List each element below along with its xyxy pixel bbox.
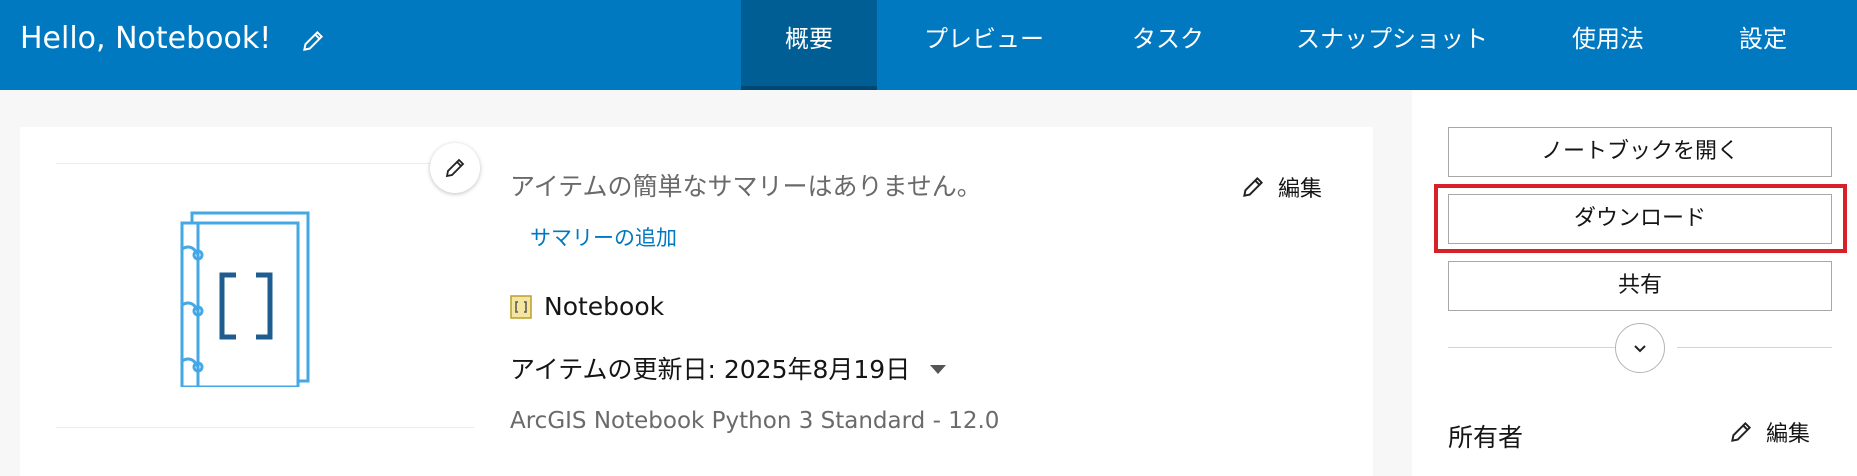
- item-type-label: Notebook: [544, 292, 665, 321]
- tab-preview[interactable]: プレビュー: [896, 0, 1072, 90]
- pencil-icon: [445, 158, 465, 178]
- tab-usage[interactable]: 使用法: [1560, 0, 1656, 90]
- owner-heading: 所有者: [1448, 423, 1524, 452]
- item-title: Hello, Notebook!: [20, 21, 272, 56]
- edit-thumbnail-button[interactable]: [430, 143, 480, 193]
- tab-snapshots[interactable]: スナップショット: [1280, 0, 1504, 90]
- edit-owner-button[interactable]: 編集: [1728, 416, 1810, 448]
- pencil-icon[interactable]: [300, 28, 326, 54]
- notebook-icon: [180, 211, 310, 387]
- tab-tasks[interactable]: タスク: [1112, 0, 1224, 90]
- chevron-down-icon: [1634, 345, 1646, 353]
- item-updated-text: アイテムの更新日: 2025年8月19日: [510, 355, 911, 384]
- expand-actions-button[interactable]: [1615, 323, 1665, 373]
- top-nav-bar: Hello, Notebook! 概要 プレビュー タスク スナップショット 使…: [0, 0, 1857, 90]
- edit-summary-button[interactable]: 編集: [1240, 171, 1322, 203]
- item-overview-card: アイテムの簡単なサマリーはありません。 サマリーの追加 編集 Notebook …: [20, 127, 1373, 476]
- divider-right: [1677, 347, 1832, 348]
- caret-down-icon: [930, 365, 947, 374]
- summary-empty-text: アイテムの簡単なサマリーはありません。: [510, 172, 982, 201]
- notebook-runtime: ArcGIS Notebook Python 3 Standard - 12.0: [510, 408, 1000, 434]
- item-updated-dropdown[interactable]: アイテムの更新日: 2025年8月19日: [510, 350, 947, 386]
- tab-overview[interactable]: 概要: [741, 0, 877, 90]
- pencil-icon: [1243, 176, 1264, 197]
- thumbnail-top-border: [56, 163, 474, 164]
- actions-panel: ノートブックを開く ダウンロード 共有 所有者 編集: [1412, 90, 1857, 476]
- edit-owner-label: 編集: [1766, 422, 1811, 447]
- pencil-icon: [1731, 421, 1752, 442]
- add-summary-link[interactable]: サマリーの追加: [530, 222, 677, 252]
- share-button[interactable]: 共有: [1448, 261, 1832, 311]
- item-type: Notebook: [510, 292, 664, 321]
- tab-settings[interactable]: 設定: [1713, 0, 1813, 90]
- edit-summary-label: 編集: [1278, 177, 1323, 202]
- open-notebook-button[interactable]: ノートブックを開く: [1448, 127, 1832, 177]
- notebook-type-icon: [510, 294, 532, 319]
- divider-left: [1448, 347, 1615, 348]
- download-button[interactable]: ダウンロード: [1448, 194, 1832, 244]
- thumbnail-bottom-border: [56, 427, 474, 428]
